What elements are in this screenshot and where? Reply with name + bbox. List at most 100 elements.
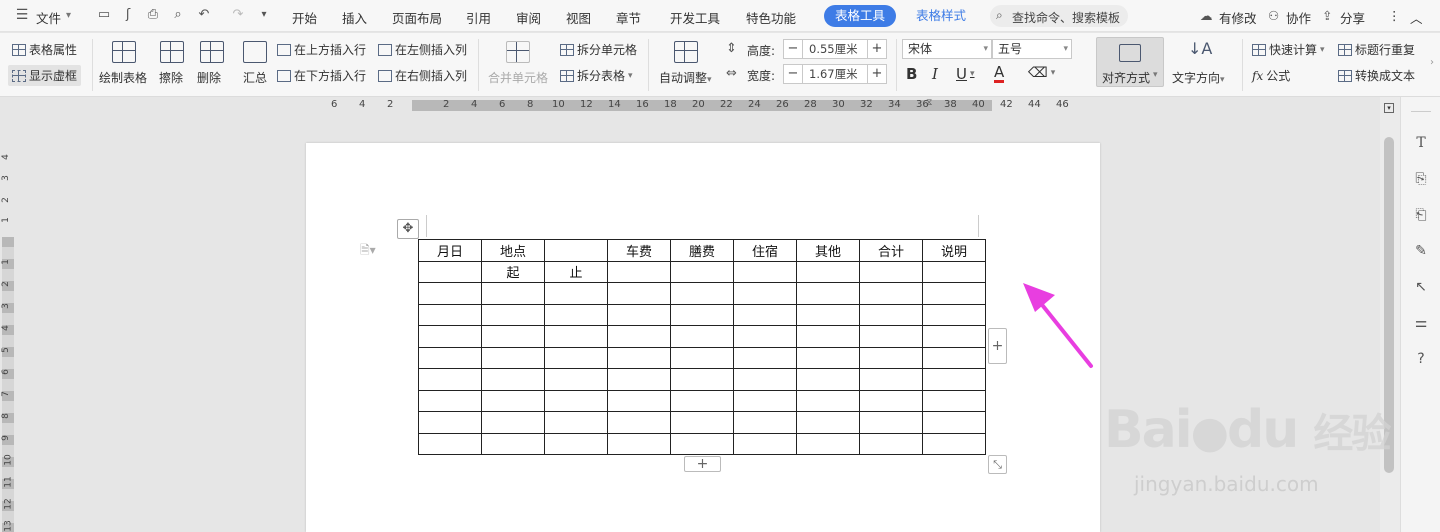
- repeat-header-button[interactable]: 标题行重复: [1338, 41, 1415, 58]
- insert-row-below-button[interactable]: 在下方插入行: [277, 67, 366, 84]
- table-cell[interactable]: [607, 325, 671, 348]
- table-cell[interactable]: 月日: [418, 239, 482, 262]
- table-cell[interactable]: 住宿: [733, 239, 797, 262]
- delete-button[interactable]: 删除: [197, 69, 221, 86]
- doc-settings-icon[interactable]: ⎗: [1413, 207, 1429, 223]
- table-cell[interactable]: [607, 260, 671, 283]
- table-cell[interactable]: [796, 389, 860, 412]
- insert-col-left-button[interactable]: 在左侧插入列: [378, 41, 467, 58]
- table-cell[interactable]: [859, 303, 923, 326]
- table-cell[interactable]: [418, 346, 482, 369]
- table-cell[interactable]: [418, 411, 482, 434]
- italic-icon[interactable]: I: [932, 65, 938, 83]
- table-cell[interactable]: [670, 325, 734, 348]
- add-row-button[interactable]: +: [684, 456, 721, 472]
- table-cell[interactable]: 膳费: [670, 239, 734, 262]
- font-color-icon[interactable]: A: [994, 65, 1005, 83]
- table-cell[interactable]: [418, 368, 482, 391]
- text-style-icon[interactable]: T: [1413, 135, 1429, 151]
- tab-table-tools[interactable]: 表格工具: [824, 5, 896, 27]
- table-cell[interactable]: [733, 389, 797, 412]
- table-properties-button[interactable]: 表格属性: [12, 41, 77, 58]
- table-cell[interactable]: [544, 303, 608, 326]
- font-name-select[interactable]: 宋体: [902, 39, 992, 59]
- undo-icon[interactable]: ↶: [196, 7, 212, 23]
- show-gridlines-button[interactable]: 显示虚框: [8, 65, 82, 86]
- table-cell[interactable]: [733, 282, 797, 305]
- tab-2[interactable]: 页面布局: [392, 8, 442, 27]
- share-button[interactable]: 分享: [1340, 8, 1365, 27]
- tab-3[interactable]: 引用: [466, 8, 491, 27]
- height-increase-button[interactable]: +: [867, 39, 887, 59]
- print-icon[interactable]: ⎙: [145, 7, 161, 23]
- search-box[interactable]: ⌕ 查找命令、搜索模板: [990, 5, 1128, 27]
- height-input[interactable]: 0.55厘米: [802, 39, 868, 59]
- table-cell[interactable]: [418, 432, 482, 455]
- table-cell[interactable]: [418, 389, 482, 412]
- table-cell[interactable]: [733, 303, 797, 326]
- table-cell[interactable]: [481, 368, 545, 391]
- table-cell[interactable]: [859, 432, 923, 455]
- table-cell[interactable]: [544, 368, 608, 391]
- delete-table-icon[interactable]: [200, 41, 224, 63]
- table-cell[interactable]: [544, 325, 608, 348]
- table-cell[interactable]: [481, 303, 545, 326]
- table-cell[interactable]: [796, 432, 860, 455]
- resize-table-icon[interactable]: ⤡: [988, 455, 1007, 474]
- sliders-icon[interactable]: ⚌: [1413, 315, 1429, 331]
- tab-6[interactable]: 章节: [616, 8, 641, 27]
- draw-table-icon[interactable]: [112, 41, 136, 63]
- table-cell[interactable]: [607, 303, 671, 326]
- help-icon[interactable]: ?: [1413, 351, 1429, 367]
- table-cell[interactable]: [607, 368, 671, 391]
- table-cell[interactable]: [481, 325, 545, 348]
- redo-icon[interactable]: ↷: [230, 7, 246, 23]
- table-cell[interactable]: [481, 282, 545, 305]
- table-cell[interactable]: [544, 432, 608, 455]
- table-cell[interactable]: [922, 411, 986, 434]
- more-icon[interactable]: ⋮: [1388, 8, 1401, 23]
- add-column-button[interactable]: +: [988, 328, 1007, 364]
- has-changes-button[interactable]: 有修改: [1219, 8, 1257, 27]
- erase-button[interactable]: 擦除: [159, 69, 183, 86]
- table-cell[interactable]: [733, 432, 797, 455]
- table-cell[interactable]: [481, 389, 545, 412]
- indent-marker-icon[interactable]: ⧖: [926, 98, 932, 108]
- table-cell[interactable]: [544, 282, 608, 305]
- pen-icon[interactable]: ✎: [1413, 243, 1429, 259]
- table-cell[interactable]: [670, 346, 734, 369]
- table-cell[interactable]: [796, 368, 860, 391]
- draw-table-button[interactable]: 绘制表格: [99, 69, 147, 86]
- table-cell[interactable]: [418, 282, 482, 305]
- table-cell[interactable]: [796, 346, 860, 369]
- paragraph-menu-icon[interactable]: 🗎▾: [360, 241, 376, 262]
- table-cell[interactable]: [670, 282, 734, 305]
- tab-8[interactable]: 特色功能: [746, 8, 796, 27]
- table-cell[interactable]: [544, 346, 608, 369]
- table-cell[interactable]: 车费: [607, 239, 671, 262]
- align-button[interactable]: 对齐方式 ▾: [1096, 37, 1164, 87]
- print-preview-icon[interactable]: ⌕: [170, 7, 186, 23]
- insert-col-right-button[interactable]: 在右侧插入列: [378, 67, 467, 84]
- table-cell[interactable]: [859, 411, 923, 434]
- table-cell[interactable]: 说明: [922, 239, 986, 262]
- customize-icon[interactable]: ▾: [256, 7, 272, 23]
- table-cell[interactable]: [922, 368, 986, 391]
- collapse-ribbon-icon[interactable]: ︿: [1410, 8, 1423, 27]
- table-cell[interactable]: [481, 411, 545, 434]
- font-size-select[interactable]: 五号: [992, 39, 1072, 59]
- formula-button[interactable]: fx 公式: [1252, 67, 1290, 84]
- table-cell[interactable]: [544, 239, 608, 262]
- tab-0[interactable]: 开始: [292, 8, 317, 27]
- summary-button[interactable]: 汇总: [243, 69, 267, 86]
- auto-fit-icon[interactable]: [674, 41, 698, 63]
- split-cells-button[interactable]: 拆分单元格: [560, 41, 637, 58]
- file-menu[interactable]: 文件: [36, 8, 61, 27]
- table-cell[interactable]: [733, 411, 797, 434]
- table-cell[interactable]: [859, 389, 923, 412]
- table-cell[interactable]: [859, 346, 923, 369]
- table-cell[interactable]: [796, 282, 860, 305]
- table-cell[interactable]: [922, 325, 986, 348]
- table-cell[interactable]: [481, 346, 545, 369]
- table-cell[interactable]: [607, 432, 671, 455]
